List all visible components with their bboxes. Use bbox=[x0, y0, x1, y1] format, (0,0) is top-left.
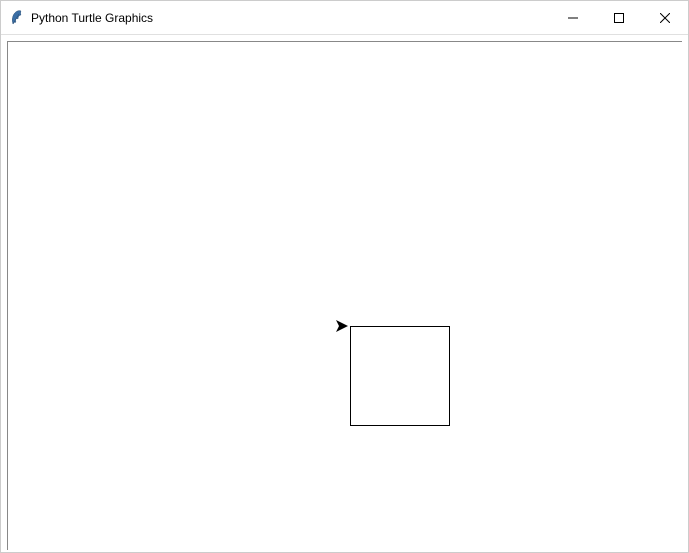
maximize-button[interactable] bbox=[596, 1, 642, 34]
window-title: Python Turtle Graphics bbox=[31, 11, 550, 25]
minimize-button[interactable] bbox=[550, 1, 596, 34]
minimize-icon bbox=[568, 13, 578, 23]
turtle-canvas bbox=[7, 41, 682, 550]
window-controls bbox=[550, 1, 688, 34]
app-window: Python Turtle Graphics bbox=[0, 0, 689, 553]
drawn-square bbox=[350, 326, 450, 426]
close-icon bbox=[660, 13, 670, 23]
titlebar: Python Turtle Graphics bbox=[1, 1, 688, 35]
content-frame bbox=[1, 35, 688, 552]
feather-icon bbox=[9, 10, 25, 26]
maximize-icon bbox=[614, 13, 624, 23]
close-button[interactable] bbox=[642, 1, 688, 34]
